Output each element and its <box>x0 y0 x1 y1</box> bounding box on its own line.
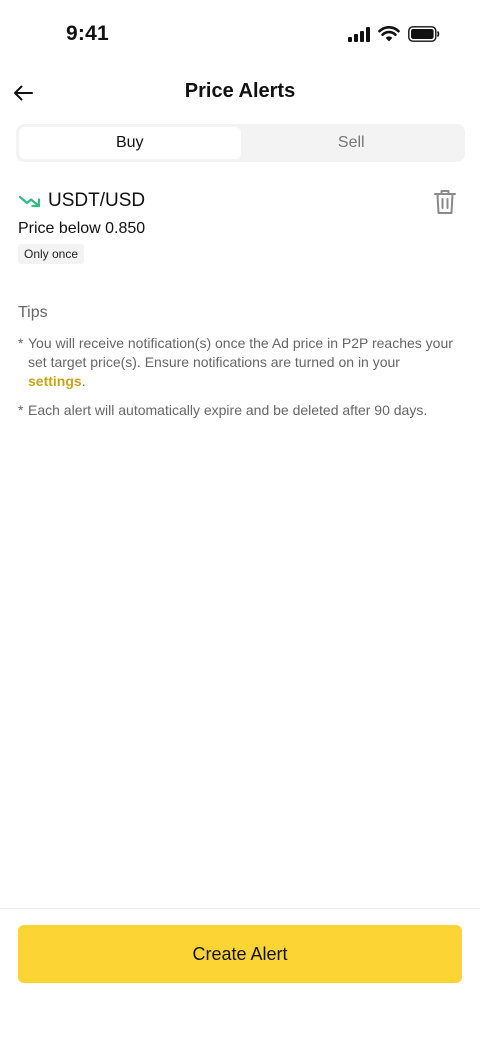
tips-title: Tips <box>18 304 48 321</box>
cellular-signal-icon <box>348 26 370 42</box>
status-icons <box>348 26 440 42</box>
alert-frequency-badge: Only once <box>18 244 85 264</box>
header: Price Alerts <box>0 72 480 114</box>
trash-icon <box>434 190 456 214</box>
tip-bullet: * <box>18 402 24 418</box>
tab-buy[interactable]: Buy <box>19 127 241 159</box>
tab-sell[interactable]: Sell <box>241 127 463 159</box>
status-bar: 9:41 <box>0 0 480 72</box>
buy-sell-tabs: Buy Sell <box>16 124 465 162</box>
alert-pair-row: USDT/USD <box>18 186 462 216</box>
create-alert-button[interactable]: Create Alert <box>18 925 462 983</box>
tip-text-end: . <box>81 373 86 389</box>
tip-text: Each alert will automatically expire and… <box>28 402 428 418</box>
wifi-icon <box>378 26 400 42</box>
status-time: 9:41 <box>66 22 109 45</box>
bottom-divider <box>0 908 480 909</box>
tip-item: * You will receive notification(s) once … <box>18 334 458 391</box>
tips-section: Tips * You will receive notification(s) … <box>18 304 458 430</box>
settings-link[interactable]: settings <box>28 373 82 389</box>
alert-pair-name: USDT/USD <box>48 190 146 211</box>
alert-item[interactable]: USDT/USD Price below 0.850 Only once <box>18 186 462 270</box>
page-title: Price Alerts <box>184 80 296 102</box>
alert-condition: Price below 0.850 <box>18 220 146 237</box>
tip-item: * Each alert will automatically expire a… <box>18 401 458 420</box>
tip-bullet: * <box>18 335 24 351</box>
battery-icon <box>408 26 440 42</box>
trend-down-icon <box>18 192 42 210</box>
delete-alert-button[interactable] <box>432 188 458 216</box>
tip-text: You will receive notification(s) once th… <box>28 335 453 370</box>
